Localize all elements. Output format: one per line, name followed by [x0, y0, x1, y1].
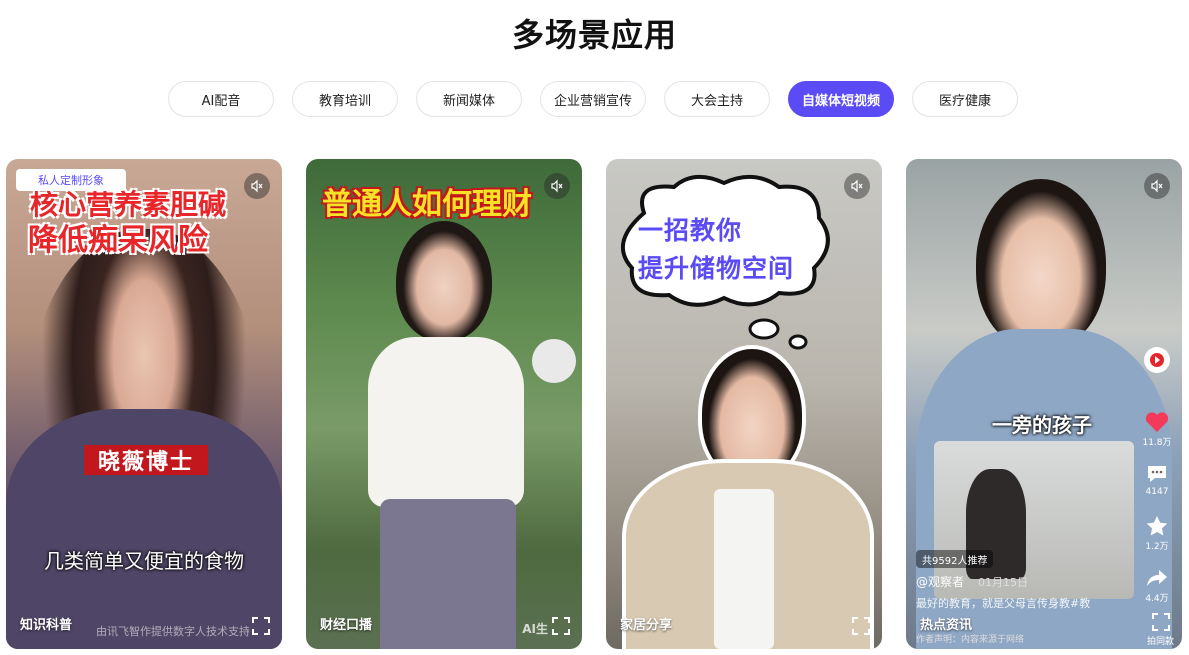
share-icon: [1147, 570, 1167, 586]
tab-short-video[interactable]: 自媒体短视频: [788, 81, 894, 117]
post-date: 01月15日: [978, 576, 1029, 589]
video-card-knowledge[interactable]: 核心营养素胆碱 降低痴呆风险 私人定制形象 晓薇博士 几类简单又便宜的食物 由讯…: [6, 159, 282, 649]
mute-icon[interactable]: [244, 173, 270, 199]
fullscreen-icon[interactable]: [1150, 611, 1172, 633]
video-card-news[interactable]: 一旁的孩子 11.8万 4147 1.2万 4.4万 共9592人推荐 @观察者…: [906, 159, 1182, 649]
tab-ai-dubbing[interactable]: AI配音: [168, 81, 274, 117]
shoot-same-label[interactable]: 拍同款: [1147, 634, 1174, 647]
presenter-head: [976, 179, 1106, 349]
video-description: 最好的教育，就是父母言传身教#教: [916, 597, 1091, 610]
presenter-blouse: [368, 337, 524, 507]
favorite-action[interactable]: 1.2万: [1142, 515, 1172, 552]
ai-generated-mark: AI生: [522, 622, 548, 636]
fullscreen-icon[interactable]: [550, 615, 572, 637]
tab-marketing[interactable]: 企业营销宣传: [540, 81, 646, 117]
presenter-skirt: [380, 499, 516, 649]
presenter-name-tag: 晓薇博士: [84, 445, 208, 475]
heart-icon: [1145, 412, 1169, 432]
tab-education[interactable]: 教育培训: [292, 81, 398, 117]
scenario-tabs: AI配音 教育培训 新闻媒体 企业营销宣传 大会主持 自媒体短视频 医疗健康: [0, 81, 1189, 119]
bubble-text-line1: 一招教你: [638, 216, 743, 245]
author-notice: 作者声明：内容来源于网络: [916, 635, 1025, 645]
fullscreen-icon[interactable]: [850, 615, 872, 637]
card-label: 知识科普: [20, 618, 73, 633]
comment-icon: [1148, 466, 1166, 482]
like-action[interactable]: 11.8万: [1142, 411, 1172, 448]
comment-action[interactable]: 4147: [1142, 463, 1172, 497]
like-count: 11.8万: [1142, 438, 1172, 448]
recommend-tag[interactable]: 共9592人推荐: [916, 550, 994, 568]
favorite-count: 1.2万: [1145, 542, 1169, 552]
star-icon: [1146, 516, 1168, 536]
video-headline: 普通人如何理财: [322, 187, 532, 222]
video-subtitle: 几类简单又便宜的食物: [44, 549, 244, 573]
video-card-finance[interactable]: 普通人如何理财 财经口播 AI生: [306, 159, 582, 649]
video-card-home[interactable]: 一招教你 提升储物空间 家居分享: [606, 159, 882, 649]
tab-healthcare[interactable]: 医疗健康: [912, 81, 1018, 117]
mute-icon[interactable]: [1144, 173, 1170, 199]
comment-count: 4147: [1145, 487, 1169, 497]
video-headline-line2: 降低痴呆风险: [28, 223, 208, 258]
channel-avatar[interactable]: [1144, 347, 1170, 373]
mute-icon[interactable]: [544, 173, 570, 199]
fullscreen-icon[interactable]: [250, 615, 272, 637]
page-title: 多场景应用: [511, 16, 677, 54]
watermark: 由讯飞智作提供数字人技术支持: [96, 625, 250, 638]
share-count: 4.4万: [1145, 594, 1169, 604]
share-action[interactable]: 4.4万: [1142, 567, 1172, 604]
video-overlay-text: 一旁的孩子: [992, 413, 1092, 437]
mute-icon[interactable]: [844, 173, 870, 199]
recommend-text: 共9592人推荐: [922, 555, 988, 567]
author-name[interactable]: @观察者: [916, 575, 964, 589]
bubble-text-line2: 提升储物空间: [638, 254, 795, 283]
card-label: 家居分享: [620, 618, 673, 633]
custom-avatar-badge: 私人定制形象: [16, 169, 126, 191]
card-label: 财经口播: [320, 618, 373, 633]
author-line: @观察者 01月15日: [916, 573, 1028, 590]
presenter-head: [396, 221, 492, 341]
garden-ornament: [532, 339, 576, 383]
tab-conference-host[interactable]: 大会主持: [664, 81, 770, 117]
card-label: 热点资讯: [920, 618, 973, 633]
presenter-shirt: [714, 489, 774, 649]
tab-news-media[interactable]: 新闻媒体: [416, 81, 522, 117]
